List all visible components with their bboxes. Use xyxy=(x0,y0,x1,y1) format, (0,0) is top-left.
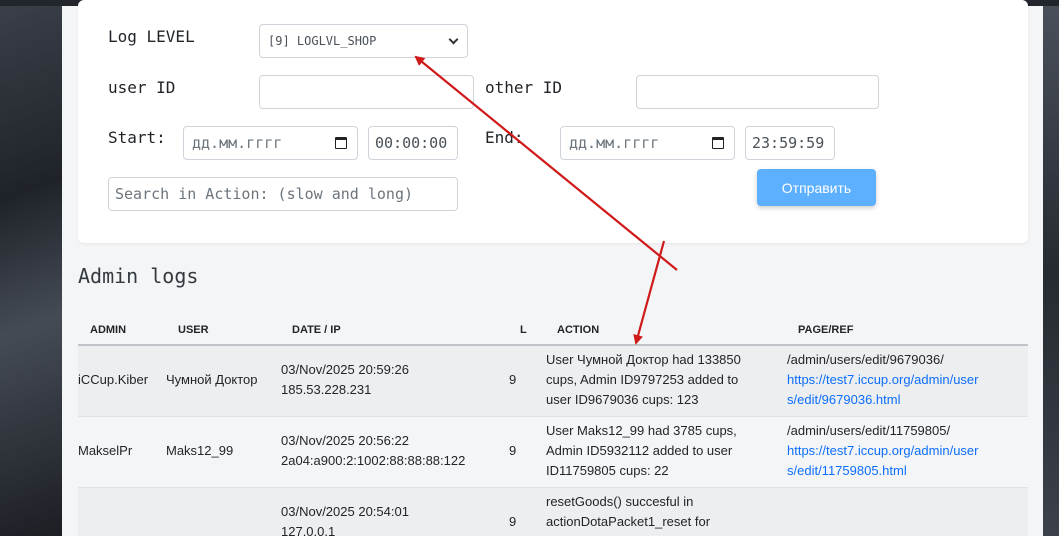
chevron-down-icon xyxy=(448,34,459,44)
log-level-label: Log LEVEL xyxy=(108,27,195,46)
background-artwork-left xyxy=(0,6,62,536)
col-admin: ADMIN xyxy=(90,324,127,336)
col-level: L xyxy=(520,324,527,336)
start-time-input[interactable]: 00:00:00 xyxy=(368,126,458,160)
end-time-input[interactable]: 23:59:59 xyxy=(745,126,835,160)
date-cell: 03/Nov/2025 20:59:26 xyxy=(281,362,409,377)
table-header: ADMIN USER DATE / IP L ACTION PAGE/REF xyxy=(78,311,1028,346)
start-label: Start: xyxy=(108,128,166,147)
start-date-placeholder: дд.мм.гггг xyxy=(192,134,283,152)
ref-link[interactable]: https://test7.iccup.org/admin/user xyxy=(787,370,978,390)
user-cell: Maks12_99 xyxy=(166,443,234,458)
log-level-value: [9] LOGLVL_SHOP xyxy=(268,34,377,48)
ref-link[interactable]: https://test7.iccup.org/admin/user xyxy=(787,441,978,461)
col-date-ip: DATE / IP xyxy=(292,324,341,336)
ip-cell: 127.0.0.1 xyxy=(281,524,336,536)
admin-cell: iCCup.Kiber xyxy=(78,372,149,387)
action-line: user ID9679036 cups: 123 xyxy=(546,392,699,407)
user-id-label: user ID xyxy=(108,78,176,97)
action-line: User Maks12_99 had 3785 cups, xyxy=(546,423,737,438)
admin-cell: MakselPr xyxy=(78,443,133,458)
ref-link[interactable]: s/edit/9679036.html xyxy=(787,390,900,410)
background-artwork-right xyxy=(1043,6,1059,536)
table-row: 03/Nov/2025 20:54:01 127.0.0.1 9 resetGo… xyxy=(78,488,1028,536)
page-cell: /admin/users/edit/11759805/ xyxy=(787,423,951,438)
table-row: MakselPr Maks12_99 03/Nov/2025 20:56:22 … xyxy=(78,417,1028,488)
action-line: User Чумной Доктор had 133850 xyxy=(546,352,741,367)
content-area: Log LEVEL [9] LOGLVL_SHOP user ID other … xyxy=(62,0,1043,536)
other-id-label: other ID xyxy=(485,78,563,97)
ip-cell: 2a04:a900:2:1002:88:88:88:122 xyxy=(281,453,466,468)
calendar-icon[interactable] xyxy=(335,137,347,149)
level-cell: 9 xyxy=(509,372,517,387)
start-date-input[interactable]: дд.мм.гггг xyxy=(183,126,358,160)
col-page-ref: PAGE/REF xyxy=(798,324,854,336)
end-label: End: xyxy=(485,128,524,147)
level-cell: 9 xyxy=(509,443,517,458)
log-level-select[interactable]: [9] LOGLVL_SHOP xyxy=(259,24,468,58)
ref-link[interactable]: s/edit/11759805.html xyxy=(787,461,907,481)
end-date-input[interactable]: дд.мм.гггг xyxy=(560,126,735,160)
action-line: actionDotaPacket1_reset for xyxy=(546,514,711,529)
ip-cell: 185.53.228.231 xyxy=(281,382,372,397)
end-time-value: 23:59:59 xyxy=(752,134,825,152)
admin-logs-table: ADMIN USER DATE / IP L ACTION PAGE/REF i… xyxy=(78,311,1028,536)
level-cell: 9 xyxy=(509,514,517,529)
submit-button[interactable]: Отправить xyxy=(757,169,876,206)
action-line: ID11759805 cups: 22 xyxy=(546,463,669,478)
action-line: cups, Admin ID9797253 added to xyxy=(546,372,739,387)
end-date-placeholder: дд.мм.гггг xyxy=(569,134,660,152)
page-cell: /admin/users/edit/9679036/ xyxy=(787,352,944,367)
date-cell: 03/Nov/2025 20:54:01 xyxy=(281,504,409,519)
user-id-input[interactable] xyxy=(259,75,474,109)
filter-form: Log LEVEL [9] LOGLVL_SHOP user ID other … xyxy=(78,0,1028,243)
col-user: USER xyxy=(178,324,209,336)
user-cell: Чумной Доктор xyxy=(166,372,258,387)
action-search-input[interactable]: Search in Action: (slow and long) xyxy=(108,177,458,211)
action-search-placeholder: Search in Action: (slow and long) xyxy=(115,185,414,203)
section-title: Admin logs xyxy=(78,264,199,288)
calendar-icon[interactable] xyxy=(712,137,724,149)
start-time-value: 00:00:00 xyxy=(375,134,448,152)
table-row: iCCup.Kiber Чумной Доктор 03/Nov/2025 20… xyxy=(78,346,1028,417)
col-action: ACTION xyxy=(557,324,600,336)
action-line: Admin ID5932112 added to user xyxy=(546,443,733,458)
action-line: resetGoods() succesful in xyxy=(546,494,694,509)
date-cell: 03/Nov/2025 20:56:22 xyxy=(281,433,409,448)
other-id-input[interactable] xyxy=(636,75,879,109)
